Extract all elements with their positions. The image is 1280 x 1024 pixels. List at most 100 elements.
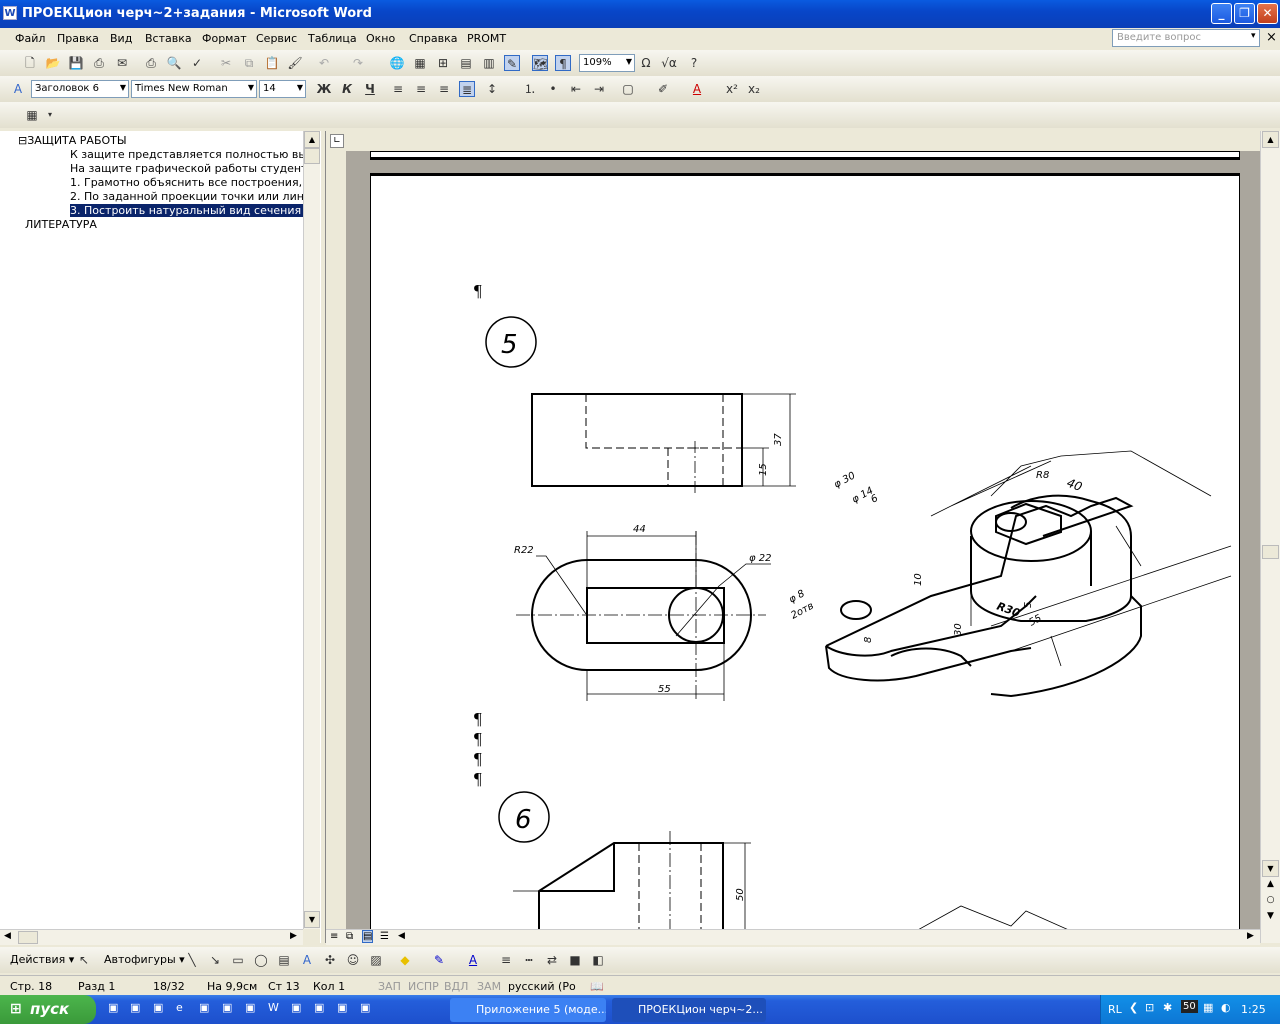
- paste-icon[interactable]: 📋: [264, 55, 280, 71]
- start-button[interactable]: ⊞ пуск: [0, 995, 96, 1024]
- line-style-icon[interactable]: ≡: [498, 952, 514, 968]
- menu-view[interactable]: Вид: [110, 32, 132, 45]
- next-page-icon[interactable]: ▼: [1262, 911, 1279, 928]
- maximize-button[interactable]: ❐: [1234, 3, 1255, 24]
- menu-window[interactable]: Окно: [366, 32, 395, 45]
- quicklaunch-icon[interactable]: ▣: [130, 1001, 140, 1014]
- print-icon[interactable]: ⎙: [143, 55, 159, 71]
- fill-color-icon[interactable]: ◆: [397, 952, 413, 968]
- print-layout-view-icon[interactable]: ▤: [362, 930, 374, 943]
- select-browse-object-icon[interactable]: ○: [1262, 895, 1279, 912]
- redo-icon[interactable]: ↷: [350, 55, 366, 71]
- docmap-item[interactable]: 2. По заданной проекции точки или линии: [70, 190, 303, 203]
- equation-icon[interactable]: √α: [661, 55, 677, 71]
- oval-icon[interactable]: ◯: [253, 952, 269, 968]
- menu-promt[interactable]: PROMT: [467, 32, 506, 45]
- save-icon[interactable]: 💾: [68, 55, 84, 71]
- bold-button[interactable]: Ж: [316, 81, 332, 97]
- previous-page-icon[interactable]: ▲: [1262, 879, 1279, 896]
- columns-icon[interactable]: ▥: [481, 55, 497, 71]
- ask-dropdown-icon[interactable]: ▾: [1251, 31, 1256, 41]
- docmap-item[interactable]: На защите графической работы студент дол…: [70, 162, 303, 175]
- style-select[interactable]: Заголовок 6 ▼: [31, 80, 129, 98]
- show-formatting-icon[interactable]: ¶: [555, 55, 571, 71]
- menu-help[interactable]: Справка: [409, 32, 457, 45]
- decrease-indent-icon[interactable]: ⇤: [568, 81, 584, 97]
- menu-format[interactable]: Формат: [202, 32, 247, 45]
- word-icon[interactable]: W: [3, 6, 17, 20]
- menu-tools[interactable]: Сервис: [256, 32, 297, 45]
- font-color-icon[interactable]: A: [689, 81, 705, 97]
- scroll-right-icon[interactable]: ▶: [290, 931, 297, 941]
- chart-wizard-icon[interactable]: ▦: [24, 107, 40, 123]
- text-box-icon[interactable]: ▤: [276, 952, 292, 968]
- tray-badge[interactable]: 50: [1181, 1000, 1198, 1013]
- print-preview-icon[interactable]: 🔍: [166, 55, 182, 71]
- line-spacing-icon[interactable]: ↕: [484, 81, 500, 97]
- document-map-icon[interactable]: 🗺: [532, 55, 548, 71]
- line-color-icon[interactable]: ✎: [431, 952, 447, 968]
- spelling-status-icon[interactable]: 📖: [590, 980, 604, 993]
- status-track[interactable]: ИСПР: [408, 980, 439, 993]
- increase-indent-icon[interactable]: ⇥: [591, 81, 607, 97]
- outline-view-icon[interactable]: ☰: [380, 931, 389, 942]
- scroll-thumb[interactable]: [1262, 545, 1279, 559]
- menu-edit[interactable]: Правка: [57, 32, 99, 45]
- picture-icon[interactable]: ▨: [368, 952, 384, 968]
- align-left-icon[interactable]: ≡: [390, 81, 406, 97]
- highlight-icon[interactable]: ✐: [655, 81, 671, 97]
- docmap-item[interactable]: К защите представляется полностью выполн…: [70, 148, 303, 161]
- copy-icon[interactable]: ⧉: [241, 55, 257, 71]
- status-overtype[interactable]: ЗАМ: [477, 980, 501, 993]
- numbering-icon[interactable]: ⒈: [522, 81, 538, 97]
- font-color-icon[interactable]: A: [465, 952, 481, 968]
- insert-table-icon[interactable]: ⊞: [435, 55, 451, 71]
- ie-icon[interactable]: e: [176, 1001, 183, 1014]
- language-indicator[interactable]: RL: [1108, 1003, 1122, 1016]
- format-painter-icon[interactable]: 🖌: [287, 55, 303, 71]
- volume-icon[interactable]: ◐: [1221, 1001, 1231, 1014]
- docmap-item[interactable]: 1. Грамотно объяснить все построения, вы…: [70, 176, 303, 189]
- shadow-icon[interactable]: ■: [567, 952, 583, 968]
- scroll-left-icon[interactable]: ◀: [398, 931, 405, 941]
- menu-table[interactable]: Таблица: [308, 32, 357, 45]
- quicklaunch-icon[interactable]: ▣: [153, 1001, 163, 1014]
- arrow-style-icon[interactable]: ⇄: [544, 952, 560, 968]
- font-select[interactable]: Times New Roman ▼: [131, 80, 257, 98]
- quicklaunch-icon[interactable]: ▣: [360, 1001, 370, 1014]
- scroll-up-icon[interactable]: ▲: [304, 131, 320, 148]
- 3d-icon[interactable]: ◧: [590, 952, 606, 968]
- help-icon[interactable]: ?: [686, 55, 702, 71]
- align-right-icon[interactable]: ≡: [436, 81, 452, 97]
- tab-stop-icon[interactable]: ∟: [330, 134, 344, 148]
- email-icon[interactable]: ✉: [114, 55, 130, 71]
- cut-icon[interactable]: ✂: [218, 55, 234, 71]
- wordart-icon[interactable]: A: [299, 952, 315, 968]
- scroll-down-icon[interactable]: ▼: [304, 911, 320, 928]
- status-record[interactable]: ЗАП: [378, 980, 401, 993]
- zoom-select[interactable]: 109% ▼: [579, 54, 635, 72]
- drawing-icon[interactable]: ✎: [504, 55, 520, 71]
- scroll-thumb[interactable]: [18, 931, 38, 944]
- justify-icon[interactable]: ≣: [459, 81, 475, 97]
- web-view-icon[interactable]: ⧉: [346, 931, 353, 942]
- scroll-down-icon[interactable]: ▼: [1262, 860, 1279, 877]
- clipart-icon[interactable]: ☺: [345, 952, 361, 968]
- new-document-icon[interactable]: 🗋: [22, 55, 38, 71]
- scroll-thumb[interactable]: [304, 148, 320, 164]
- docmap-hscrollbar[interactable]: ◀ ▶: [0, 929, 303, 945]
- menu-file[interactable]: Файл: [15, 32, 45, 45]
- line-icon[interactable]: ╲: [184, 952, 200, 968]
- scroll-left-icon[interactable]: ◀: [4, 931, 11, 941]
- font-size-select[interactable]: 14 ▼: [259, 80, 306, 98]
- close-document-icon[interactable]: ×: [1266, 30, 1277, 45]
- actions-menu[interactable]: Действия ▾: [10, 953, 74, 966]
- minimize-button[interactable]: _: [1211, 3, 1232, 24]
- dash-style-icon[interactable]: ┅: [521, 952, 537, 968]
- close-button[interactable]: ✕: [1257, 3, 1278, 24]
- quicklaunch-icon[interactable]: ▣: [222, 1001, 232, 1014]
- borders-icon[interactable]: ▢: [620, 81, 636, 97]
- underline-button[interactable]: Ч: [362, 81, 378, 97]
- quicklaunch-icon[interactable]: ▣: [337, 1001, 347, 1014]
- document-page[interactable]: ¶ ¶ ¶ ¶ ¶ 5 37 15 44 55 R22 φ 22 φ 30 φ …: [370, 173, 1240, 929]
